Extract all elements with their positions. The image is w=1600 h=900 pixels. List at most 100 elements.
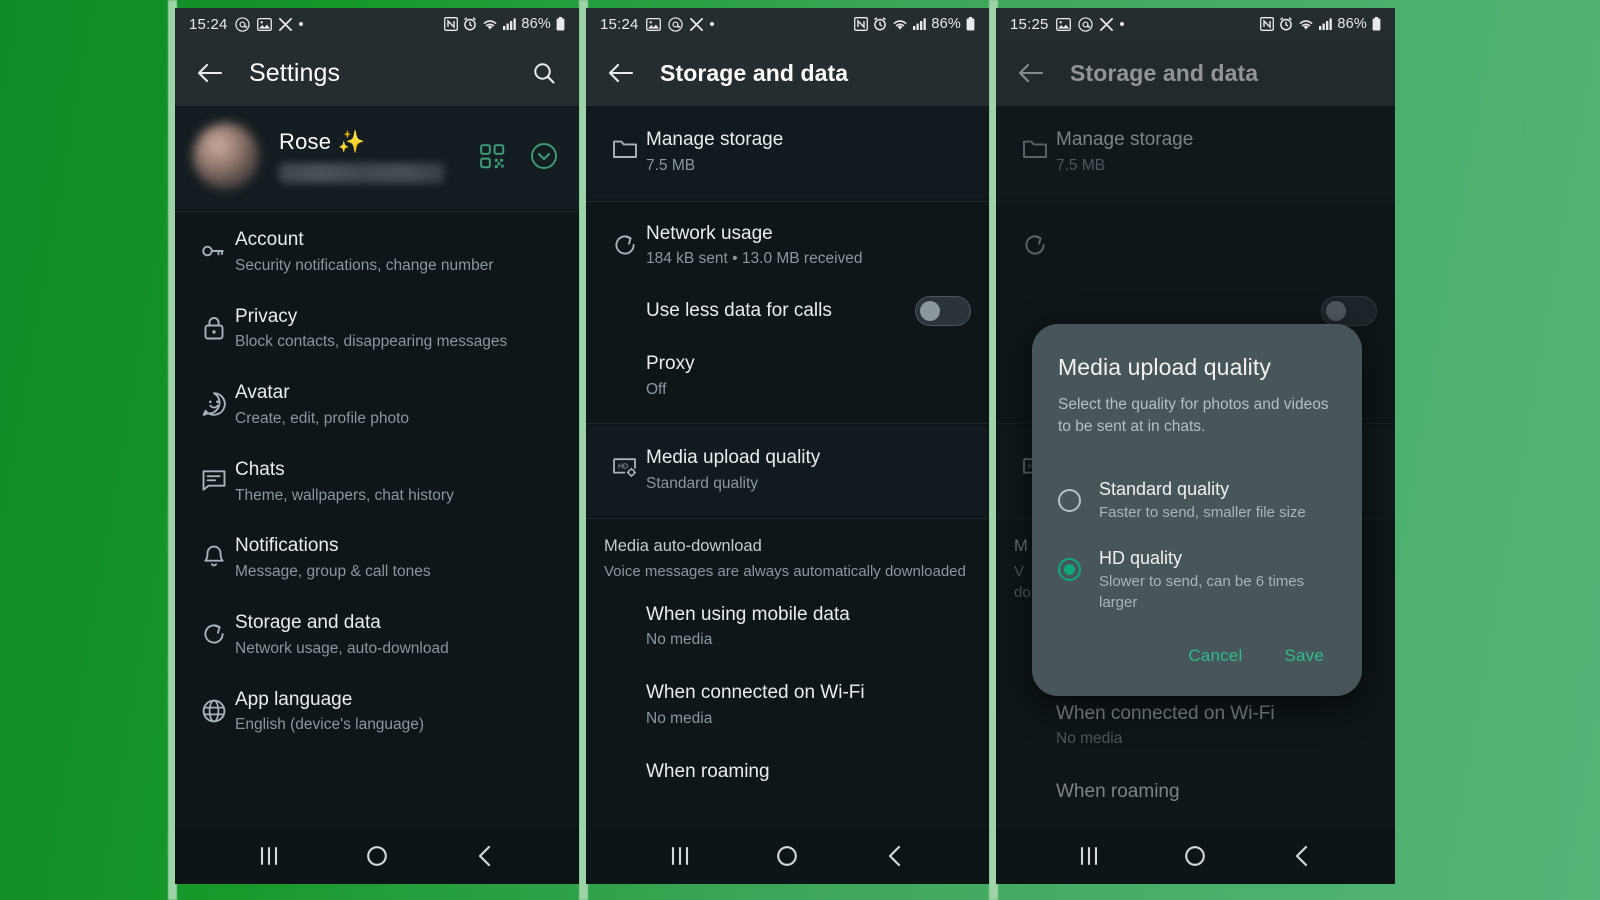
- recents-icon[interactable]: [1072, 839, 1106, 873]
- back-arrow-icon[interactable]: [1014, 56, 1048, 90]
- row-network-usage[interactable]: [996, 204, 1395, 285]
- avatar[interactable]: [193, 123, 259, 189]
- folder-icon: [1014, 128, 1056, 160]
- home-icon[interactable]: [770, 839, 804, 873]
- nfc-icon: [854, 17, 869, 31]
- dialog-title: Media upload quality: [1058, 354, 1271, 380]
- network-group: Network usage 184 kB sent • 13.0 MB rece…: [586, 203, 989, 421]
- alarm-icon: [463, 17, 477, 31]
- alarm-icon: [873, 17, 887, 31]
- row-subtitle: Create, edit, profile photo: [235, 409, 410, 427]
- radio-option-standard-quality[interactable]: Standard quality Faster to send, smaller…: [1058, 469, 1336, 538]
- signal-icon: [1319, 18, 1333, 30]
- battery-icon: [966, 17, 975, 31]
- row-network-usage[interactable]: Network usage 184 kB sent • 13.0 MB rece…: [586, 204, 989, 285]
- back-icon[interactable]: [1285, 839, 1319, 873]
- row-title: Use less data for calls: [646, 299, 832, 321]
- sidebar-item-account[interactable]: Account Security notifications, change n…: [175, 214, 579, 291]
- back-arrow-icon[interactable]: [604, 56, 638, 90]
- row-when-roaming[interactable]: When roaming: [586, 744, 989, 799]
- sidebar-item-notifications[interactable]: Notifications Message, group & call tone…: [175, 520, 579, 597]
- sidebar-item-app-language[interactable]: App language English (device's language): [175, 674, 579, 751]
- phone-panel-storage: 15:24 86% Storage and data Manage storag…: [586, 8, 989, 884]
- battery-percent: 86%: [521, 16, 551, 32]
- row-use-less-data[interactable]: Use less data for calls: [586, 284, 989, 338]
- row-subtitle: Block contacts, disappearing messages: [235, 333, 508, 351]
- cancel-button[interactable]: Cancel: [1178, 640, 1252, 672]
- sidebar-item-storage-and-data[interactable]: Storage and data Network usage, auto-dow…: [175, 597, 579, 674]
- bell-icon: [193, 534, 235, 570]
- back-arrow-icon[interactable]: [193, 56, 227, 90]
- x-icon: [278, 17, 292, 31]
- use-less-data-toggle[interactable]: [915, 296, 971, 327]
- dialog-description: Select the quality for photos and videos…: [1058, 396, 1329, 436]
- row-subtitle: Theme, wallpapers, chat history: [235, 486, 454, 504]
- storage-content: Manage storage 7.5 MB Network usage 184 …: [586, 106, 989, 828]
- row-media-upload-quality[interactable]: HD Media upload quality Standard quality: [586, 426, 989, 517]
- row-when-roaming[interactable]: When roaming: [996, 764, 1395, 819]
- status-time: 15:24: [600, 15, 639, 33]
- row-title: When connected on Wi-Fi: [1056, 702, 1275, 724]
- row-title: Storage and data: [235, 612, 381, 634]
- chevron-down-circle-icon[interactable]: [527, 139, 561, 173]
- page-title: Settings: [249, 58, 341, 87]
- recents-icon[interactable]: [252, 839, 286, 873]
- row-subtitle: Standard quality: [646, 474, 759, 492]
- row-subtitle: English (device's language): [235, 716, 425, 734]
- home-icon[interactable]: [360, 839, 394, 873]
- at-icon: [234, 16, 250, 32]
- photo-icon: [1055, 17, 1071, 31]
- row-when-connected-on-wifi[interactable]: When connected on Wi-Fi No media: [586, 665, 989, 744]
- sync-icon: [193, 611, 235, 647]
- qr-code-icon[interactable]: [475, 139, 509, 173]
- row-when-connected-on-wifi[interactable]: When connected on Wi-Fi No media: [996, 686, 1395, 765]
- use-less-data-toggle[interactable]: [1321, 296, 1377, 327]
- save-button[interactable]: Save: [1274, 640, 1334, 672]
- profile-row[interactable]: Rose ✨: [175, 106, 579, 209]
- row-manage-storage[interactable]: Manage storage 7.5 MB: [586, 106, 989, 199]
- dot-icon: [1119, 22, 1124, 26]
- sidebar-item-privacy[interactable]: Privacy Block contacts, disappearing mes…: [175, 291, 579, 368]
- sidebar-item-avatar[interactable]: Avatar Create, edit, profile photo: [175, 367, 579, 444]
- section-note: Voice messages are always automatically …: [604, 563, 966, 581]
- recents-icon[interactable]: [663, 839, 697, 873]
- row-title: Network usage: [646, 222, 773, 244]
- search-icon[interactable]: [527, 56, 561, 90]
- avatar-face-icon: [193, 381, 235, 417]
- row-subtitle: Message, group & call tones: [235, 563, 431, 581]
- photo-icon: [645, 17, 661, 31]
- dialog-actions: Cancel Save: [1058, 628, 1336, 682]
- back-icon[interactable]: [878, 839, 912, 873]
- sidebar-item-chats[interactable]: Chats Theme, wallpapers, chat history: [175, 444, 579, 521]
- x-icon: [689, 17, 703, 31]
- home-icon[interactable]: [1178, 839, 1212, 873]
- row-subtitle: No media: [1056, 730, 1123, 748]
- sync-icon: [604, 222, 646, 258]
- row-title: When connected on Wi-Fi: [646, 682, 865, 704]
- row-subtitle: Off: [646, 380, 667, 398]
- radio-standard-quality[interactable]: [1058, 488, 1081, 512]
- radio-hd-quality[interactable]: [1058, 557, 1081, 581]
- option-title: HD quality: [1099, 547, 1183, 568]
- row-title: When roaming: [1056, 781, 1180, 803]
- section-header-auto-download: Media auto-download Voice messages are a…: [586, 521, 989, 584]
- row-when-using-mobile-data[interactable]: When using mobile data No media: [586, 585, 989, 666]
- back-icon[interactable]: [468, 839, 502, 873]
- lock-icon: [193, 305, 235, 341]
- status-time: 15:24: [189, 15, 228, 33]
- key-icon: [193, 228, 235, 264]
- auto-download-group: Media auto-download Voice messages are a…: [586, 521, 989, 799]
- settings-list: Account Security notifications, change n…: [175, 214, 579, 750]
- globe-icon: [193, 688, 235, 724]
- radio-option-hd-quality[interactable]: HD quality Slower to send, can be 6 time…: [1058, 538, 1336, 628]
- row-proxy[interactable]: Proxy Off: [586, 338, 989, 421]
- app-bar: Settings: [175, 40, 579, 106]
- settings-content: Rose ✨ Account Security notifications, c…: [175, 106, 579, 828]
- option-title: Standard quality: [1099, 478, 1230, 499]
- section-title: Media auto-download: [604, 537, 762, 556]
- photo-icon: [256, 17, 272, 31]
- row-manage-storage[interactable]: Manage storage 7.5 MB: [996, 106, 1395, 199]
- folder-icon: [604, 128, 646, 160]
- row-title: Avatar: [235, 382, 290, 404]
- profile-status-blurred: [279, 163, 444, 183]
